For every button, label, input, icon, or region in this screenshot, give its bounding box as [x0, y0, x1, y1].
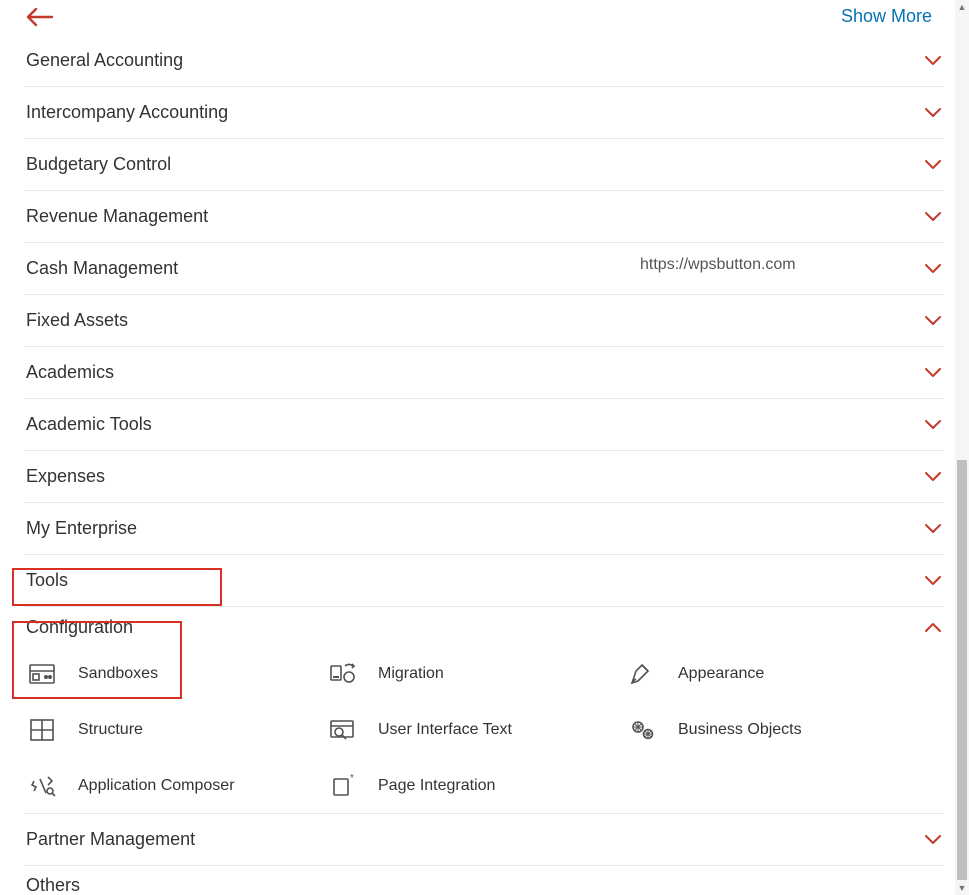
section-label: Academics — [24, 362, 114, 383]
page-integration-icon: * — [326, 771, 360, 801]
section-label: Partner Management — [24, 829, 195, 850]
scroll-thumb[interactable] — [957, 460, 967, 880]
app-composer-icon — [26, 771, 60, 801]
section-label: Configuration — [24, 617, 133, 638]
page-scrollbar[interactable]: ▲ ▼ — [955, 0, 969, 895]
structure-icon — [26, 715, 60, 745]
section-configuration[interactable]: Configuration — [24, 607, 944, 647]
section-label: My Enterprise — [24, 518, 137, 539]
config-item-label: Business Objects — [678, 721, 802, 739]
section-intercompany-accounting[interactable]: Intercompany Accounting — [24, 87, 944, 139]
show-more-link[interactable]: Show More — [841, 6, 932, 27]
config-item-structure[interactable]: Structure — [26, 715, 326, 745]
svg-text:*: * — [350, 773, 354, 784]
config-item-label: Page Integration — [378, 777, 495, 795]
section-my-enterprise[interactable]: My Enterprise — [24, 503, 944, 555]
config-item-sandboxes[interactable]: Sandboxes — [26, 659, 326, 689]
config-item-appearance[interactable]: Appearance — [626, 659, 926, 689]
section-label: Tools — [24, 570, 68, 591]
section-label: Cash Management — [24, 258, 178, 279]
config-item-business-objects[interactable]: Business Objects — [626, 715, 926, 745]
section-label: Academic Tools — [24, 414, 152, 435]
config-item-label: Application Composer — [78, 777, 235, 795]
section-label: Revenue Management — [24, 206, 208, 227]
config-item-label: Sandboxes — [78, 665, 158, 683]
chevron-down-icon — [922, 570, 944, 592]
chevron-down-icon — [922, 362, 944, 384]
ui-text-icon — [326, 715, 360, 745]
chevron-down-icon — [922, 102, 944, 124]
config-item-app-composer[interactable]: Application Composer — [26, 771, 326, 801]
chevron-down-icon — [922, 829, 944, 851]
section-label: Intercompany Accounting — [24, 102, 228, 123]
section-cash-management[interactable]: Cash Management — [24, 243, 944, 295]
config-item-label: Appearance — [678, 665, 764, 683]
chevron-down-icon — [922, 50, 944, 72]
configuration-panel: Sandboxes Migration — [24, 659, 944, 814]
section-revenue-management[interactable]: Revenue Management — [24, 191, 944, 243]
appearance-icon — [626, 659, 660, 689]
config-item-ui-text[interactable]: User Interface Text — [326, 715, 626, 745]
config-item-label: Migration — [378, 665, 444, 683]
back-arrow-icon[interactable] — [22, 4, 56, 30]
section-label: Expenses — [24, 466, 105, 487]
chevron-down-icon — [922, 258, 944, 280]
section-label: Budgetary Control — [24, 154, 171, 175]
section-budgetary-control[interactable]: Budgetary Control — [24, 139, 944, 191]
config-item-migration[interactable]: Migration — [326, 659, 626, 689]
config-item-label: User Interface Text — [378, 721, 512, 739]
section-tools[interactable]: Tools — [24, 555, 944, 607]
section-academic-tools[interactable]: Academic Tools — [24, 399, 944, 451]
config-item-page-integration[interactable]: * Page Integration — [326, 771, 626, 801]
scroll-down-arrow-icon[interactable]: ▼ — [955, 881, 969, 895]
section-label: Others — [24, 875, 80, 895]
section-general-accounting[interactable]: General Accounting — [24, 35, 944, 87]
section-label: General Accounting — [24, 50, 183, 71]
chevron-down-icon — [922, 310, 944, 332]
section-label: Fixed Assets — [24, 310, 128, 331]
section-academics[interactable]: Academics — [24, 347, 944, 399]
chevron-down-icon — [922, 206, 944, 228]
chevron-up-icon — [922, 616, 944, 638]
section-expenses[interactable]: Expenses — [24, 451, 944, 503]
migration-icon — [326, 659, 360, 689]
chevron-down-icon — [922, 466, 944, 488]
section-others[interactable]: Others — [24, 866, 944, 895]
chevron-down-icon — [922, 154, 944, 176]
config-item-label: Structure — [78, 721, 143, 739]
scroll-up-arrow-icon[interactable]: ▲ — [955, 0, 969, 14]
section-partner-management[interactable]: Partner Management — [24, 814, 944, 866]
business-objects-icon — [626, 715, 660, 745]
chevron-down-icon — [922, 518, 944, 540]
sandbox-icon — [26, 659, 60, 689]
chevron-down-icon — [922, 414, 944, 436]
section-fixed-assets[interactable]: Fixed Assets — [24, 295, 944, 347]
